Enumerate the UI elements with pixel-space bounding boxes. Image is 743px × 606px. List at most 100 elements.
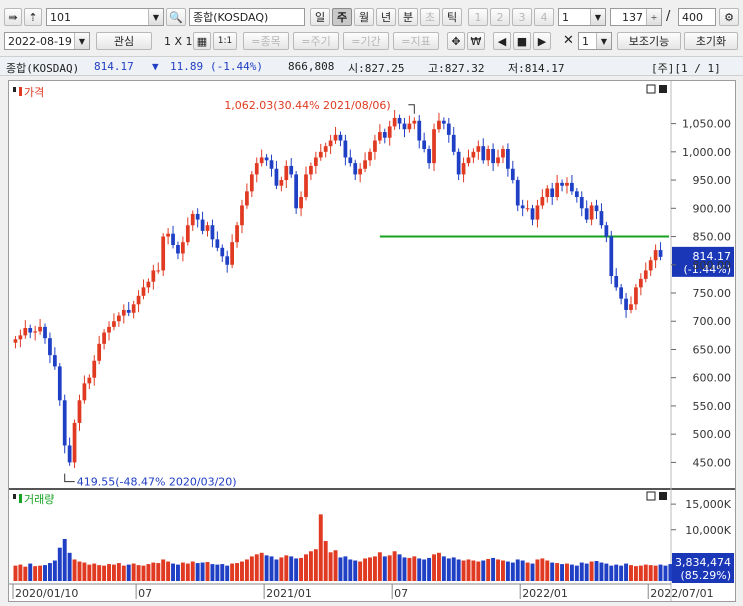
filter-button-0[interactable]: =종목 <box>243 32 289 50</box>
candle-body <box>52 355 57 367</box>
period-tab-3[interactable]: 년 <box>376 8 396 26</box>
last-volume-pct: (85.29%) <box>680 569 731 582</box>
aux-button[interactable]: 보조기능 <box>617 32 681 50</box>
chevron-down-icon[interactable]: ▼ <box>74 33 89 49</box>
volume-bar <box>358 561 363 581</box>
candle-body <box>309 165 313 175</box>
maximize-icon[interactable] <box>646 84 656 94</box>
chevron-down-icon[interactable]: ▼ <box>596 33 611 49</box>
count-input[interactable]: 137 ÷ <box>610 8 662 26</box>
candle-body <box>338 134 343 141</box>
info-high: 고:827.32 <box>428 62 485 75</box>
volume-bar <box>594 561 599 581</box>
volume-bar <box>47 563 52 581</box>
close-panel-icon[interactable] <box>659 85 667 93</box>
volume-bar <box>225 565 230 581</box>
price-panel-title: 가격 <box>24 86 44 99</box>
crosshair-icon[interactable]: ✥ <box>447 32 465 50</box>
filter-button-3[interactable]: =지표 <box>393 32 439 50</box>
volume-bar <box>274 559 279 581</box>
candle-body <box>515 180 520 206</box>
code-search-icon[interactable]: ⇛ <box>4 8 22 26</box>
n-select[interactable]: 1 ▼ <box>558 8 606 26</box>
price-volume-chart[interactable]: 가격 거래량 1,062.03(30.44% 2021/08/06) 419.55… <box>9 81 735 601</box>
price-panel-marker-red <box>19 87 22 96</box>
quote-info-bar: 종합(KOSDAQ) 814.17 ▼ 11.89 (-1.44%) 866,8… <box>0 56 743 76</box>
prev-icon[interactable]: ◀ <box>493 32 511 50</box>
volume-bar <box>589 561 594 581</box>
volume-bar <box>377 552 382 581</box>
close-panel-icon[interactable] <box>659 492 667 500</box>
watch-button[interactable]: 관심 <box>96 32 152 50</box>
volume-bar <box>599 562 604 581</box>
volume-bar <box>23 566 28 581</box>
x-select[interactable]: 1 ▼ <box>578 32 612 50</box>
candle-body <box>397 117 402 124</box>
candle-body <box>313 157 318 166</box>
currency-icon[interactable]: ₩ <box>467 32 485 50</box>
volume-bar <box>67 552 72 581</box>
code-input[interactable]: 101 ▼ <box>46 8 164 26</box>
volume-bar <box>422 559 427 581</box>
grid-icon[interactable]: ▦ <box>193 32 211 50</box>
y-tick-label: 500.00 <box>693 428 732 441</box>
volume-bar <box>604 563 609 581</box>
candle-body <box>343 140 348 158</box>
n-select-value: 1 <box>562 10 569 24</box>
settings-icon[interactable]: ⚙ <box>719 8 739 26</box>
y-tick-label: 850.00 <box>693 231 732 244</box>
candle-body <box>456 151 461 175</box>
candle-body <box>92 360 97 378</box>
period-tab-2[interactable]: 월 <box>354 8 374 26</box>
volume-bar <box>52 560 57 581</box>
maximize-icon[interactable] <box>646 491 656 501</box>
volume-bar <box>338 557 343 581</box>
candle-body <box>97 343 102 361</box>
volume-bar <box>629 565 633 581</box>
close-icon[interactable]: ✕ <box>563 33 574 48</box>
reset-button[interactable]: 초기화 <box>684 32 738 50</box>
interval-number-3[interactable]: 3 <box>512 8 532 26</box>
volume-bar <box>308 551 313 581</box>
one-to-one-button[interactable]: 1:1 <box>213 32 237 50</box>
filter-button-1[interactable]: =주기 <box>293 32 339 50</box>
info-change-pct: (-1.44%) <box>210 60 263 73</box>
period-tab-6[interactable]: 틱 <box>442 8 462 26</box>
period-tab-5[interactable]: 초 <box>420 8 440 26</box>
volume-bar <box>102 565 107 581</box>
candle-body <box>225 256 230 265</box>
stop-icon[interactable]: ■ <box>513 32 531 50</box>
chart-frame[interactable]: 가격 거래량 1,062.03(30.44% 2021/08/06) 419.55… <box>8 80 736 602</box>
candle-body <box>368 151 372 161</box>
volume-bar <box>436 552 441 581</box>
chevron-down-icon[interactable]: ▼ <box>590 9 605 25</box>
interval-number-1[interactable]: 1 <box>468 8 488 26</box>
candle-body <box>121 309 126 316</box>
upload-icon[interactable]: ⇡ <box>24 8 42 26</box>
volume-bar <box>87 564 92 581</box>
search-icon[interactable]: 🔍 <box>166 8 186 26</box>
volume-bar <box>614 564 619 581</box>
volume-bar <box>535 559 540 581</box>
date-input[interactable]: 2022-08-19 ▼ <box>4 32 90 50</box>
chevron-down-icon[interactable]: ▼ <box>148 9 163 25</box>
period-tab-1[interactable]: 주 <box>332 8 352 26</box>
stock-name-field: 종합(KOSDAQ) <box>189 8 305 26</box>
candle-body <box>161 236 166 271</box>
candle-body <box>176 245 180 254</box>
next-icon[interactable]: ▶ <box>533 32 551 50</box>
volume-bar <box>466 559 471 581</box>
interval-number-4[interactable]: 4 <box>534 8 554 26</box>
candle-body <box>599 211 604 226</box>
info-low: 저:814.17 <box>508 62 565 75</box>
interval-number-2[interactable]: 2 <box>490 8 510 26</box>
period-tab-4[interactable]: 분 <box>398 8 418 26</box>
stepper-icon[interactable]: ÷ <box>646 9 661 25</box>
volume-bar <box>111 564 116 581</box>
period-tab-0[interactable]: 일 <box>310 8 330 26</box>
volume-bar <box>515 559 520 581</box>
candle-body <box>151 270 156 282</box>
candle-body <box>107 326 111 333</box>
filter-button-2[interactable]: =기간 <box>343 32 389 50</box>
one-to-one-label: 1:1 <box>217 36 233 46</box>
